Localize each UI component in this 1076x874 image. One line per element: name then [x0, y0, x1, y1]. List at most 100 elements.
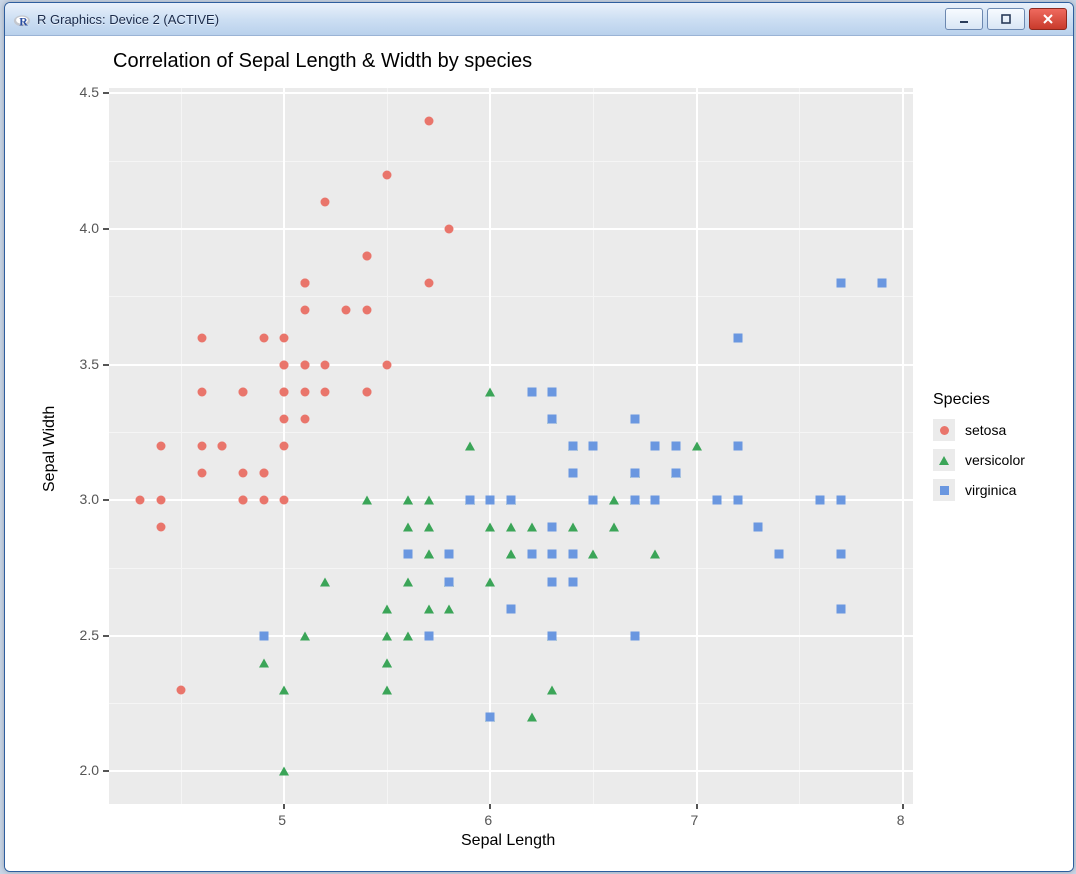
data-point-virginica	[568, 442, 577, 451]
data-point-versicolor	[403, 631, 413, 640]
data-point-virginica	[733, 496, 742, 505]
data-point-setosa	[445, 225, 454, 234]
data-point-versicolor	[568, 523, 578, 532]
data-point-versicolor	[424, 496, 434, 505]
minimize-button[interactable]	[945, 8, 983, 30]
app-window: R R Graphics: Device 2 (ACTIVE) Correlat…	[4, 2, 1074, 872]
tick-mark-y	[103, 635, 109, 637]
data-point-virginica	[713, 496, 722, 505]
data-point-versicolor	[609, 496, 619, 505]
data-point-setosa	[197, 387, 206, 396]
data-point-virginica	[548, 550, 557, 559]
data-point-virginica	[630, 469, 639, 478]
grid-minor-x	[181, 88, 182, 804]
tick-mark-y	[103, 92, 109, 94]
data-point-versicolor	[485, 523, 495, 532]
grid-minor-y	[109, 432, 913, 433]
legend-label: virginica	[965, 482, 1016, 498]
x-tick-label: 6	[484, 812, 492, 828]
maximize-button[interactable]	[987, 8, 1025, 30]
data-point-setosa	[300, 279, 309, 288]
tick-mark-y	[103, 499, 109, 501]
data-point-setosa	[383, 360, 392, 369]
data-point-versicolor	[485, 387, 495, 396]
data-point-virginica	[568, 577, 577, 586]
data-point-setosa	[239, 469, 248, 478]
grid-minor-y	[109, 296, 913, 297]
data-point-virginica	[507, 496, 516, 505]
data-point-virginica	[589, 496, 598, 505]
data-point-setosa	[280, 442, 289, 451]
data-point-setosa	[280, 360, 289, 369]
data-point-setosa	[321, 360, 330, 369]
close-button[interactable]	[1029, 8, 1067, 30]
legend-item-versicolor: versicolor	[933, 449, 1025, 471]
data-point-versicolor	[650, 550, 660, 559]
data-point-virginica	[878, 279, 887, 288]
data-point-setosa	[280, 496, 289, 505]
legend-item-virginica: virginica	[933, 479, 1025, 501]
data-point-virginica	[836, 279, 845, 288]
grid-minor-x	[387, 88, 388, 804]
grid-major-y	[109, 770, 913, 772]
data-point-versicolor	[692, 442, 702, 451]
data-point-virginica	[548, 414, 557, 423]
data-point-virginica	[589, 442, 598, 451]
data-point-setosa	[259, 333, 268, 342]
data-point-virginica	[527, 550, 536, 559]
tick-mark-y	[103, 364, 109, 366]
x-tick-label: 7	[691, 812, 699, 828]
tick-mark-y	[103, 228, 109, 230]
grid-minor-y	[109, 703, 913, 704]
data-point-versicolor	[403, 523, 413, 532]
window-title: R Graphics: Device 2 (ACTIVE)	[37, 12, 939, 27]
data-point-setosa	[218, 442, 227, 451]
grid-major-y	[109, 92, 913, 94]
legend-key-icon	[933, 449, 955, 471]
data-point-virginica	[671, 469, 680, 478]
data-point-virginica	[671, 442, 680, 451]
data-point-virginica	[568, 550, 577, 559]
legend-item-setosa: setosa	[933, 419, 1025, 441]
x-tick-label: 5	[278, 812, 286, 828]
data-point-versicolor	[259, 658, 269, 667]
data-point-versicolor	[403, 496, 413, 505]
svg-text:R: R	[19, 15, 28, 28]
data-point-versicolor	[382, 631, 392, 640]
data-point-setosa	[383, 170, 392, 179]
plot-device: Correlation of Sepal Length & Width by s…	[5, 36, 1073, 871]
legend-key-icon	[933, 419, 955, 441]
data-point-setosa	[156, 523, 165, 532]
grid-major-y	[109, 364, 913, 366]
data-point-setosa	[156, 496, 165, 505]
data-point-versicolor	[609, 523, 619, 532]
grid-major-x	[489, 88, 491, 804]
data-point-versicolor	[506, 523, 516, 532]
data-point-setosa	[362, 306, 371, 315]
data-point-virginica	[259, 631, 268, 640]
minimize-icon	[958, 13, 970, 25]
chart-title: Correlation of Sepal Length & Width by s…	[113, 50, 532, 73]
plot-panel	[109, 88, 913, 804]
data-point-virginica	[754, 523, 763, 532]
tick-mark-x	[696, 804, 698, 809]
data-point-versicolor	[547, 686, 557, 695]
data-point-versicolor	[527, 523, 537, 532]
data-point-versicolor	[424, 523, 434, 532]
data-point-versicolor	[382, 686, 392, 695]
window-titlebar[interactable]: R R Graphics: Device 2 (ACTIVE)	[5, 3, 1073, 36]
data-point-virginica	[465, 496, 474, 505]
data-point-virginica	[733, 333, 742, 342]
data-point-setosa	[300, 414, 309, 423]
grid-minor-x	[799, 88, 800, 804]
tick-mark-y	[103, 770, 109, 772]
legend-key-icon	[933, 479, 955, 501]
data-point-setosa	[135, 496, 144, 505]
data-point-setosa	[362, 387, 371, 396]
data-point-virginica	[548, 523, 557, 532]
data-point-setosa	[197, 333, 206, 342]
grid-minor-y	[109, 568, 913, 569]
data-point-virginica	[486, 713, 495, 722]
window-controls	[945, 8, 1067, 30]
data-point-versicolor	[506, 550, 516, 559]
